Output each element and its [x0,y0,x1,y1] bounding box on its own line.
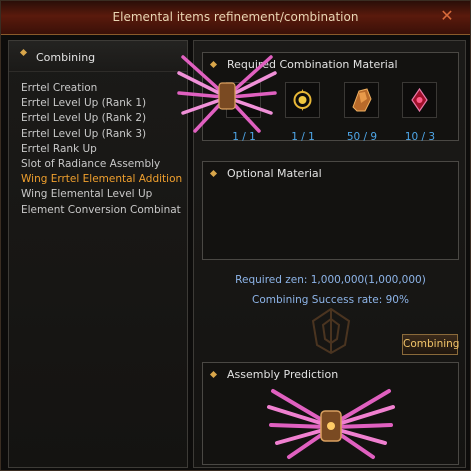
material-slot-emblem[interactable] [285,82,320,118]
material-count-emblem: 1 / 1 [291,131,315,143]
title-bar: Elemental items refinement/combination ✕ [1,1,470,35]
material-count-crystal: 50 / 9 [346,131,378,143]
diamond-bullet-icon [19,48,28,57]
menu-item-wing-elemental-level-up[interactable]: Wing Elemental Level Up [21,188,182,203]
menu-item-errtel-rank-up[interactable]: Errtel Rank Up [21,143,182,158]
menu-item-errtel-level-up-rank-2[interactable]: Errtel Level Up (Rank 2) [21,112,182,127]
menu-item-wing-errtel-elemental-addition[interactable]: Wing Errtel Elemental Addition [21,173,182,188]
menu-item-slot-of-radiance-assembly[interactable]: Slot of Radiance Assembly [21,158,182,173]
menu-item-errtel-creation[interactable]: Errtel Creation [21,82,182,97]
optional-material-box: Optional Material [202,161,459,260]
optional-material-header: Optional Material [209,167,322,180]
menu-header-label: Combining [36,51,96,64]
material-slot-red-gem[interactable] [402,82,437,118]
diamond-bullet-icon [209,169,218,178]
menu-item-errtel-level-up-rank-1[interactable]: Errtel Level Up (Rank 1) [21,97,182,112]
crystal-shard-icon [352,88,372,112]
menu-item-element-conversion-combination[interactable]: Element Conversion Combinat [21,204,182,219]
combine-button[interactable]: Combining [402,334,459,355]
assembly-prediction-title: Assembly Prediction [227,368,339,381]
combination-window: Elemental items refinement/combination ✕… [0,0,471,471]
combining-menu-panel: Combining Errtel Creation Errtel Level U… [8,40,188,468]
assembly-prediction-header: Assembly Prediction [209,368,339,381]
red-gem-icon [411,87,428,113]
combination-menu: Errtel Creation Errtel Level Up (Rank 1)… [21,82,182,219]
menu-header: Combining [9,41,187,72]
gold-emblem-icon [293,89,312,111]
assembly-prediction-box: Assembly Prediction [202,362,459,465]
wings-icon [177,55,277,133]
diamond-bullet-icon [209,370,218,379]
optional-material-title: Optional Material [227,167,322,180]
required-zen-text: Required zen: 1,000,000(1,000,000) [235,274,426,286]
material-slot-crystal[interactable] [344,82,379,118]
combination-emblem-icon [311,307,351,355]
wings-icon [267,389,395,459]
close-icon[interactable]: ✕ [438,7,456,25]
window-title: Elemental items refinement/combination [112,10,359,24]
menu-item-errtel-level-up-rank-3[interactable]: Errtel Level Up (Rank 3) [21,128,182,143]
material-count-red-gem: 10 / 3 [404,131,436,143]
